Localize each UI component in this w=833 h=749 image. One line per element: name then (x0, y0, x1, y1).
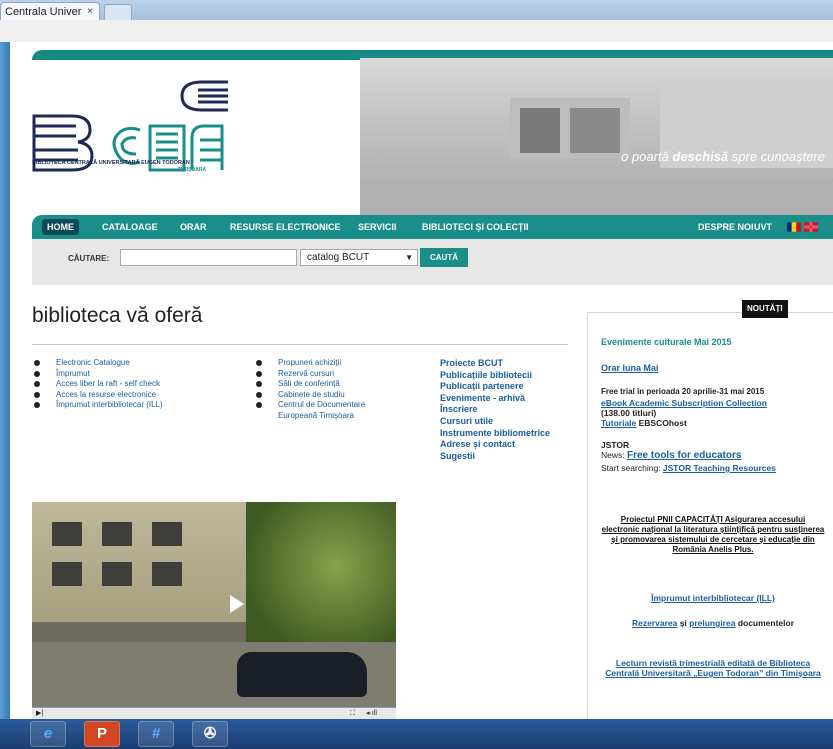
list-item[interactable]: Adrese și contact (440, 439, 550, 451)
list-item[interactable]: Cabinete de studiu (254, 390, 388, 401)
taskbar: e P # ✇ (0, 719, 833, 749)
video-scene (152, 522, 182, 546)
browser-tab[interactable]: Centrala Univer × (0, 2, 100, 20)
nav-despre-noi[interactable]: DESPRE NOI (698, 215, 754, 239)
video-scene (102, 562, 132, 586)
nav-biblioteci-colectii[interactable]: BIBLIOTECI ȘI COLECȚII (422, 215, 529, 239)
ill-link[interactable]: Împrumut interbibliotecar (ILL) (601, 593, 825, 603)
nav-home[interactable]: HOME (42, 219, 79, 235)
new-tab-button[interactable] (104, 4, 132, 21)
main-nav: HOME CATALOAGE ORAR RESURSE ELECTRONICE … (32, 215, 833, 239)
video-scene (102, 522, 132, 546)
list-item[interactable]: Rezervă cursuri (254, 369, 388, 380)
logo-caption: BIBLIOTECA CENTRALĂ UNIVERSITARĂ EUGEN T… (32, 160, 190, 166)
list-item[interactable]: Centrul de Documentare Europeană Timișoa… (254, 400, 388, 421)
orar-link[interactable]: Orar luna Mai (601, 363, 659, 373)
list-item[interactable]: Propuneri achiziții (254, 358, 388, 369)
nav-servicii[interactable]: SERVICII (358, 215, 396, 239)
play-icon[interactable] (230, 595, 244, 613)
browser-tab-bar: Centrala Univer × (0, 0, 833, 21)
catalog-select[interactable]: catalog BCUT ▼ (300, 249, 418, 266)
list-item[interactable]: Evenimente - arhivă (440, 393, 550, 405)
list-item[interactable]: Înscriere (440, 404, 550, 416)
nav-uvt[interactable]: UVT (754, 215, 772, 239)
search-input[interactable] (120, 249, 297, 266)
video-scene (52, 562, 82, 586)
video-scene (246, 502, 396, 662)
list-item[interactable]: Cursuri utile (440, 416, 550, 428)
project-link[interactable]: Proiectul PNII CAPACITĂȚI Asigurarea acc… (601, 515, 825, 555)
app-icon[interactable]: # (138, 721, 174, 747)
tab-title: Centrala Univer (5, 6, 82, 18)
list-item[interactable]: Instrumente bibliometrice (440, 428, 550, 440)
video-scene (237, 652, 367, 697)
news-line: News: Free tools for educators (601, 450, 742, 461)
fullscreen-icon[interactable]: ⛶ (350, 708, 355, 719)
news-sidebar: Evenimente culturale Mai 2015 Orar luna … (587, 312, 833, 719)
jstor-resources-link[interactable]: JSTOR Teaching Resources (663, 463, 776, 473)
video-scene (152, 562, 182, 586)
events-link[interactable]: Evenimente culturale Mai 2015 (601, 337, 732, 347)
powerpoint-icon[interactable]: P (84, 721, 120, 747)
search-label: CĂUTARE: (68, 254, 110, 263)
tutorial-link[interactable]: Tutoriale (601, 418, 636, 428)
search-bar: CĂUTARE: catalog BCUT ▼ CAUTĂ (32, 239, 833, 285)
nav-orar[interactable]: ORAR (180, 215, 207, 239)
list-item[interactable]: Electronic Catalogue (32, 358, 163, 369)
nav-resurse-electronice[interactable]: RESURSE ELECTRONICE (230, 215, 341, 239)
list-item[interactable]: Acces liber la raft - self check (32, 379, 163, 390)
chevron-down-icon: ▼ (405, 253, 413, 262)
reservation-line: Rezervarea și prelungirea documentelor (631, 618, 795, 628)
logo-city: TIMIȘOARA (178, 167, 207, 173)
banner-floor (360, 178, 833, 216)
video-controls: ▶| ⛶ ◂·ıll (32, 707, 396, 719)
video-scene (52, 522, 82, 546)
free-tools-link[interactable]: Free tools for educators (627, 450, 741, 461)
tutorial-line: Tutoriale EBSCOhost (601, 418, 687, 428)
app-icon[interactable]: ✇ (192, 721, 228, 747)
list-item[interactable]: Împrumut (32, 369, 163, 380)
video-player[interactable]: ▶| ⛶ ◂·ıll (32, 502, 396, 719)
banner-shelf (570, 108, 620, 153)
list-item[interactable]: Săli de conferință (254, 379, 388, 390)
page-title: biblioteca vă oferă (32, 304, 203, 327)
trial-text: Free trial în perioada 20 aprilie-31 mai… (601, 387, 765, 396)
rezervarea-link[interactable]: Rezervarea (632, 618, 677, 628)
window-edge (0, 42, 10, 719)
trial-link[interactable]: eBook Academic Subscription Collection (601, 398, 767, 408)
services-list-2: Propuneri achiziții Rezervă cursuri Săli… (254, 358, 388, 421)
lecturn-link[interactable]: Lecturn revistă trimestrială editată de … (601, 658, 825, 678)
address-bar[interactable] (0, 20, 833, 43)
web-page: BIBLIOTECA CENTRALĂ UNIVERSITARĂ EUGEN T… (10, 42, 833, 719)
banner-tagline: o poartă deschisă spre cunoaștere (621, 149, 825, 164)
list-item[interactable]: Publicațiile bibliotecii (440, 370, 550, 382)
close-icon[interactable]: × (87, 3, 93, 21)
english-flag-icon[interactable] (804, 222, 818, 232)
nav-cataloage[interactable]: CATALOAGE (102, 215, 158, 239)
list-item[interactable]: Sugestii (440, 451, 550, 463)
bcut-logo[interactable] (32, 78, 232, 198)
prelungirea-link[interactable]: prelungirea (689, 618, 735, 628)
list-item[interactable]: Proiecte BCUT (440, 358, 550, 370)
romanian-flag-icon[interactable] (787, 222, 801, 232)
trial-count: (138.00 titluri) (601, 408, 657, 418)
search-button[interactable]: CAUTĂ (420, 248, 468, 267)
banner-photo: o poartă deschisă spre cunoaștere (360, 58, 833, 216)
divider (32, 344, 568, 345)
news-badge: NOUTĂȚI (742, 300, 788, 318)
internet-explorer-icon[interactable]: e (30, 721, 66, 747)
start-line: Start searching: JSTOR Teaching Resource… (601, 463, 776, 473)
list-item[interactable]: Împrumut interbibliotecar (ILL) (32, 400, 163, 411)
list-item[interactable]: Publicații partenere (440, 381, 550, 393)
links-list-3: Proiecte BCUT Publicațiile bibliotecii P… (440, 358, 550, 462)
volume-icon[interactable]: ◂·ıll (366, 708, 377, 719)
banner-shelf (520, 108, 560, 153)
list-item[interactable]: Acces la resurse electronice (32, 390, 163, 401)
play-pause-icon[interactable]: ▶| (36, 708, 43, 719)
jstor-heading: JSTOR (601, 440, 630, 450)
services-list-1: Electronic Catalogue Împrumut Acces libe… (32, 358, 163, 411)
